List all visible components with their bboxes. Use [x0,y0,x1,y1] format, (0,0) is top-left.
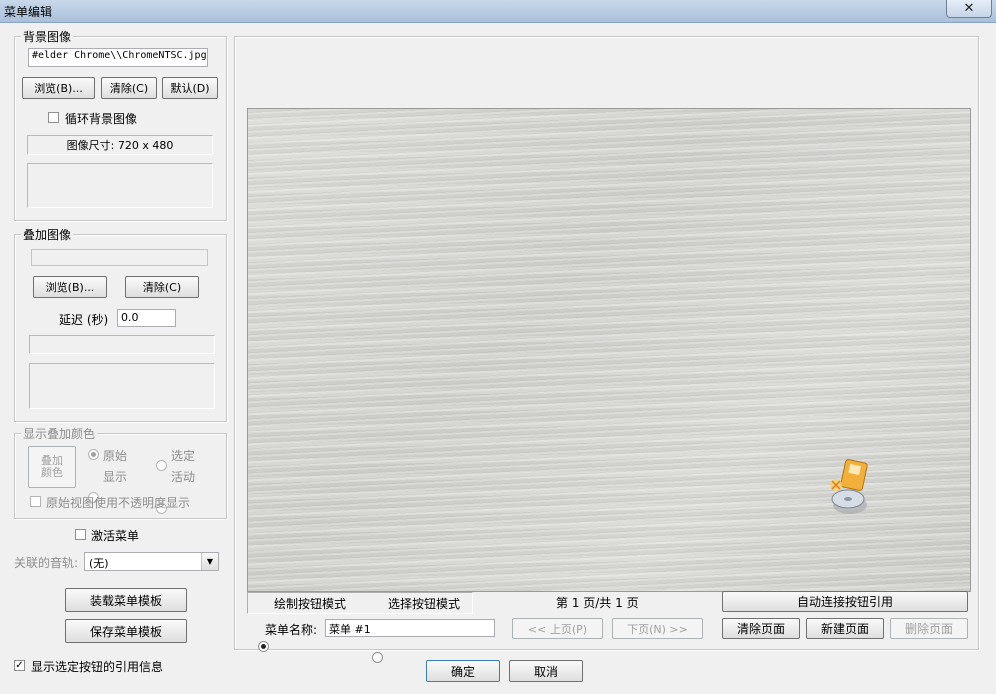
radio-selected-label: 选定 [171,449,196,463]
next-page-button[interactable]: 下页(N) >> [612,618,703,639]
audio-track-value: (无) [89,557,109,570]
page-indicator: 第 1 页/共 1 页 [556,596,639,610]
overlay-color-button-label: 叠加 颜色 [41,454,63,479]
radio-display-label: 显示 [103,470,128,484]
chevron-down-icon[interactable]: ▼ [201,553,218,570]
radio-active-label: 活动 [171,470,196,484]
window-title: 菜单编辑 [4,5,53,19]
audio-track-select[interactable]: (无) ▼ [84,552,219,571]
menu-canvas[interactable] [247,108,971,592]
background-browse-button[interactable]: 浏览(B)... [22,77,95,99]
overlay-image-legend: 叠加图像 [21,226,74,243]
delay-input[interactable]: 0.0 [117,309,176,327]
clear-page-button[interactable]: 清除页面 [722,618,800,639]
overlay-clear-button[interactable]: 清除(C) [125,276,199,298]
auto-link-button[interactable]: 自动连接按钮引用 [722,591,968,612]
prev-page-button[interactable]: << 上页(P) [512,618,603,639]
overlay-color-legend: 显示叠加颜色 [21,425,98,442]
radio-original[interactable] [88,449,99,460]
delay-label: 延迟 (秒) [59,313,109,327]
background-file-path[interactable]: #elder Chrome\\ChromeNTSC.jpg [28,48,208,67]
background-image-legend: 背景图像 [21,28,74,45]
show-ref-info-label: 显示选定按钮的引用信息 [31,660,164,674]
ok-button[interactable]: 确定 [426,660,500,682]
new-page-button[interactable]: 新建页面 [806,618,884,639]
image-size-text: 图像尺寸: 720 x 480 [66,139,174,152]
overlay-preview-panel [29,363,215,409]
title-bar: 菜单编辑 ✕ [0,0,996,23]
activate-menu-label: 激活菜单 [91,529,140,543]
show-ref-info-checkbox[interactable]: ✓ [14,660,25,671]
image-size-panel: 图像尺寸: 720 x 480 [27,135,213,155]
draw-mode-radio[interactable] [258,641,269,652]
background-preview-panel [27,163,213,208]
save-template-button[interactable]: 保存菜单模板 [65,619,187,643]
overlay-browse-button[interactable]: 浏览(B)... [33,276,107,298]
cancel-button[interactable]: 取消 [509,660,583,682]
radio-original-label: 原始 [103,449,128,463]
loop-background-checkbox[interactable] [48,112,59,123]
delete-page-button[interactable]: 删除页面 [890,618,968,639]
audio-track-label: 关联的音轨: [14,556,79,570]
close-icon: ✕ [963,1,975,16]
load-template-button[interactable]: 装载菜单模板 [65,588,187,612]
background-default-button[interactable]: 默认(D) [162,77,218,99]
opacity-checkbox[interactable] [30,496,41,507]
draw-mode-label: 绘制按钮模式 [274,597,347,611]
overlay-file-path[interactable] [31,249,208,266]
background-clear-button[interactable]: 清除(C) [101,77,157,99]
menu-name-label: 菜单名称: [265,623,318,637]
overlay-color-button[interactable]: 叠加 颜色 [28,446,76,488]
radio-selected[interactable] [156,460,167,471]
disc-with-card-icon [830,459,868,514]
select-mode-label: 选择按钮模式 [388,597,461,611]
menu-name-input[interactable]: 菜单 #1 [325,619,495,637]
loop-background-label: 循环背景图像 [65,112,138,126]
overlay-info-panel [29,335,215,354]
opacity-label: 原始视图使用不透明度显示 [46,496,191,510]
select-mode-radio[interactable] [372,652,383,663]
close-button[interactable]: ✕ [946,0,992,18]
activate-menu-checkbox[interactable] [75,529,86,540]
